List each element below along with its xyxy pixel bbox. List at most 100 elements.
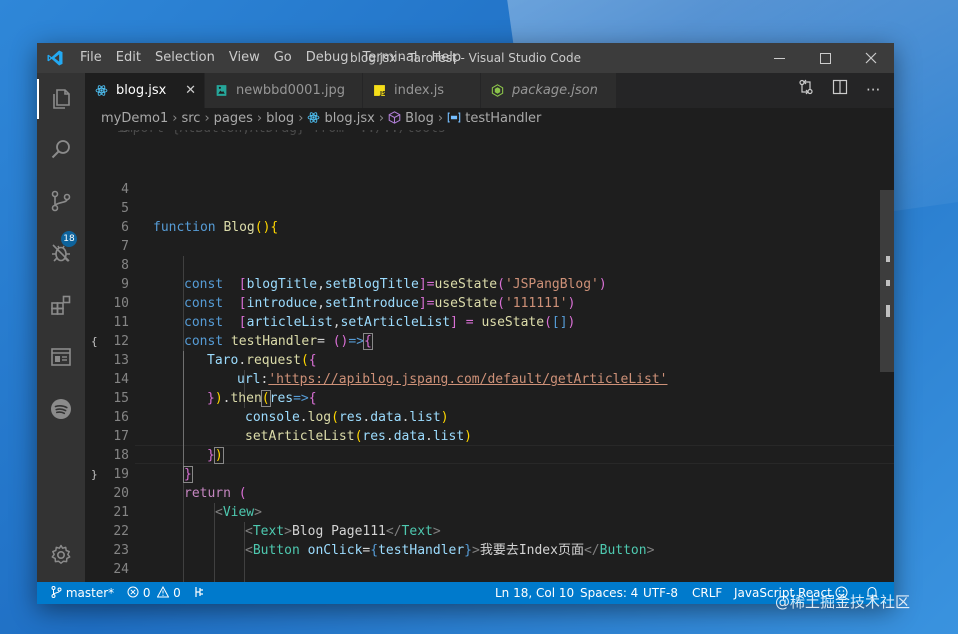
line-number: 17 (113, 429, 129, 444)
code-line: setArticleList(res.data.list) (245, 429, 472, 444)
breadcrumb-item[interactable]: blog.jsx (325, 108, 375, 130)
line-number: 23 (113, 543, 129, 558)
more-actions-icon[interactable]: ··· (866, 73, 880, 108)
status-bar: master* 0 0 Ln 18, Col 10 Spaces: 4 UTF-… (37, 582, 894, 604)
breadcrumb-item[interactable]: pages (214, 108, 253, 130)
code-line: <Button onClick={testHandler}>我要去Index页面… (245, 543, 655, 558)
breadcrumb-item[interactable]: blog (266, 108, 294, 130)
chevron-right-icon: › (378, 111, 385, 126)
indentation-status[interactable]: Spaces: 4 (580, 582, 638, 604)
close-window-button[interactable] (848, 43, 894, 73)
chevron-right-icon: › (256, 111, 263, 126)
branch-status[interactable]: master* (51, 582, 114, 604)
vscode-logo-icon (47, 50, 63, 66)
tab-label: newbbd0001.jpg (236, 83, 345, 98)
code-line: url:'https://apiblog.jspang.com/default/… (237, 372, 668, 387)
code-area[interactable]: import {AtButton,AtDrag} from '../../too… (117, 130, 873, 582)
line-number: 13 (113, 353, 129, 368)
line-number: 6 (121, 220, 129, 235)
code-line: function Blog(){ (153, 220, 279, 235)
minimize-button[interactable] (756, 43, 802, 73)
code-line: }) (207, 447, 224, 464)
svg-text:JS: JS (379, 91, 386, 97)
debug-button[interactable] (49, 241, 73, 265)
line-number: 14 (113, 372, 129, 387)
tab-label: index.js (394, 83, 445, 98)
split-editor-icon (832, 79, 848, 95)
editor-actions: ··· (794, 73, 894, 108)
tab-index-js[interactable]: JS index.js (363, 73, 481, 108)
tab-newbbd0001-jpg[interactable]: newbbd0001.jpg (205, 73, 363, 108)
line-number-gutter: 3 4 5 6 7 8 9 10 11 12 13 14 15 16 17 18… (85, 130, 135, 582)
code-line: const [articleList,setArticleList] = use… (184, 315, 576, 330)
open-changes-button[interactable] (798, 73, 814, 108)
maximize-icon (819, 52, 831, 64)
line-number: 7 (121, 239, 129, 254)
watermark: @稀土掘金技术社区 (775, 593, 911, 611)
tab-package-json[interactable]: package.json (481, 73, 617, 108)
code-line: <View> (215, 505, 262, 520)
breadcrumb-item[interactable]: src (181, 108, 200, 130)
code-editor[interactable]: 3 4 5 6 7 8 9 10 11 12 13 14 15 16 17 18… (85, 130, 894, 582)
vscode-window: File Edit Selection View Go Debug Termin… (37, 43, 894, 604)
explorer-button[interactable] (49, 87, 73, 111)
split-editor-button[interactable] (832, 73, 848, 108)
browser-preview-button[interactable] (49, 345, 73, 369)
indent-guide (183, 351, 184, 479)
tab-blog-jsx[interactable]: blog.jsx ✕ (85, 73, 205, 108)
gear-icon (51, 544, 71, 564)
extensions-icon (51, 295, 71, 315)
title-bar: File Edit Selection View Go Debug Termin… (37, 43, 894, 73)
spotify-icon (51, 399, 71, 419)
search-button[interactable] (49, 137, 73, 161)
menu-terminal[interactable]: Terminal (356, 43, 425, 73)
breadcrumb-item[interactable]: testHandler (465, 108, 541, 130)
line-number: 21 (113, 505, 129, 520)
extensions-button[interactable] (49, 293, 73, 317)
chevron-right-icon: › (172, 111, 178, 126)
eol-status[interactable]: CRLF (692, 582, 722, 604)
line-number: 5 (121, 201, 129, 216)
spotify-button[interactable] (49, 397, 73, 421)
browser-preview-icon (51, 348, 71, 366)
vertical-scrollbar[interactable] (880, 130, 894, 582)
code-line: }).then(res=>{ (207, 390, 317, 407)
code-line: Taro.request({ (207, 353, 317, 368)
encoding-status[interactable]: UTF-8 (643, 582, 678, 604)
line-number: 22 (113, 524, 129, 539)
breadcrumb-item[interactable]: myDemo1 (85, 108, 168, 130)
menu-edit[interactable]: Edit (109, 43, 148, 73)
breadcrumb: myDemo1 › src › pages › blog › blog.jsx › Blog › … (85, 108, 894, 130)
breadcrumb-item[interactable]: Blog (405, 108, 434, 130)
tab-label: blog.jsx (116, 83, 167, 98)
fold-marker[interactable]: } (91, 465, 101, 484)
menu-file[interactable]: File (73, 43, 109, 73)
fold-marker[interactable]: { (91, 332, 101, 351)
git-branch-icon (51, 586, 62, 598)
editor-tabs: blog.jsx ✕ newbbd0001.jpg JS index.js pa… (85, 73, 894, 108)
javascript-file-icon: JS (374, 85, 386, 97)
menu-go[interactable]: Go (267, 43, 299, 73)
menu-debug[interactable]: Debug (299, 43, 356, 73)
problems-status[interactable]: 0 0 (127, 582, 181, 604)
plug-icon (195, 587, 203, 597)
error-count: 0 (142, 586, 151, 600)
branch-name: master* (65, 586, 115, 600)
image-file-icon (216, 85, 227, 96)
code-line: const testHandler= ()=>{ (184, 333, 373, 350)
settings-button[interactable] (49, 543, 73, 567)
code-line: const [introduce,setIntroduce]=useState(… (184, 296, 576, 311)
menu-selection[interactable]: Selection (148, 43, 222, 73)
live-share-button[interactable] (194, 582, 206, 604)
menu-help[interactable]: Help (424, 43, 468, 73)
cursor-position[interactable]: Ln 18, Col 10 (495, 582, 574, 604)
menu-view[interactable]: View (222, 43, 267, 73)
react-file-icon (95, 85, 108, 96)
tab-close-icon[interactable]: ✕ (185, 73, 196, 108)
source-control-button[interactable] (49, 189, 73, 213)
line-number: 16 (113, 410, 129, 425)
source-control-icon (51, 190, 71, 212)
error-icon (127, 586, 139, 598)
maximize-button[interactable] (802, 43, 848, 73)
close-icon (865, 52, 877, 64)
